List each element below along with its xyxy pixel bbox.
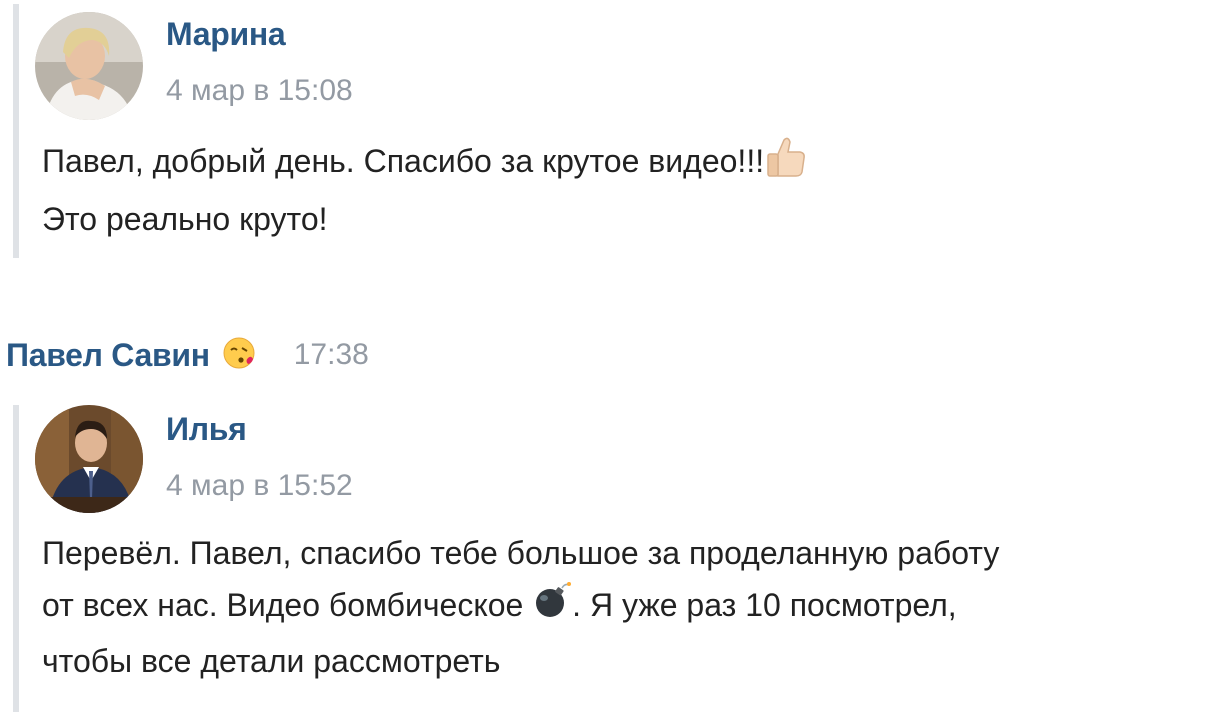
quote-text-line-1-text: Павел, добрый день. Спасибо за крутое ви… [42, 142, 765, 179]
quote-text: Павел, добрый день. Спасибо за крутое ви… [42, 134, 808, 245]
quote-date[interactable]: 4 мар в 15:08 [166, 74, 353, 108]
quote-text-line-2: Это реально круто! [42, 201, 328, 237]
avatar[interactable] [35, 405, 143, 513]
quote-text-line-3: чтобы все детали рассмотреть [42, 643, 501, 680]
avatar-photo [35, 405, 143, 513]
quoted-message-marina: Марина 4 мар в 15:08 Павел, добрый день.… [13, 4, 1169, 258]
quoted-message-ilya: Илья 4 мар в 15:52 Перевёл. Павел, спаси… [13, 405, 1207, 712]
avatar-photo [35, 12, 143, 120]
reply-author[interactable]: Павел Савин [6, 337, 210, 374]
bomb-icon [532, 580, 572, 635]
reply-header: Павел Савин 17:38 [6, 332, 369, 378]
quote-date[interactable]: 4 мар в 15:52 [166, 469, 353, 503]
kissing-face-icon [222, 336, 256, 375]
quote-text-line-1: Павел, добрый день. Спасибо за крутое ви… [42, 134, 808, 193]
thumbs-up-icon [764, 134, 808, 193]
quote-text-line-2: от всех нас. Видео бомбическое . Я уже р… [42, 579, 999, 635]
quote-text: Перевёл. Павел, спасибо тебе большое за … [42, 527, 999, 687]
reply-time[interactable]: 17:38 [294, 338, 369, 372]
quote-text-line-1: Перевёл. Павел, спасибо тебе большое за … [42, 535, 1000, 571]
quote-text-line-2-part-2: . Я уже раз 10 посмотрел, [572, 587, 957, 623]
quote-text-line-2-part-1: от всех нас. Видео бомбическое [42, 587, 524, 623]
avatar[interactable] [35, 12, 143, 120]
quote-author[interactable]: Марина [166, 16, 286, 53]
quote-author[interactable]: Илья [166, 411, 247, 448]
